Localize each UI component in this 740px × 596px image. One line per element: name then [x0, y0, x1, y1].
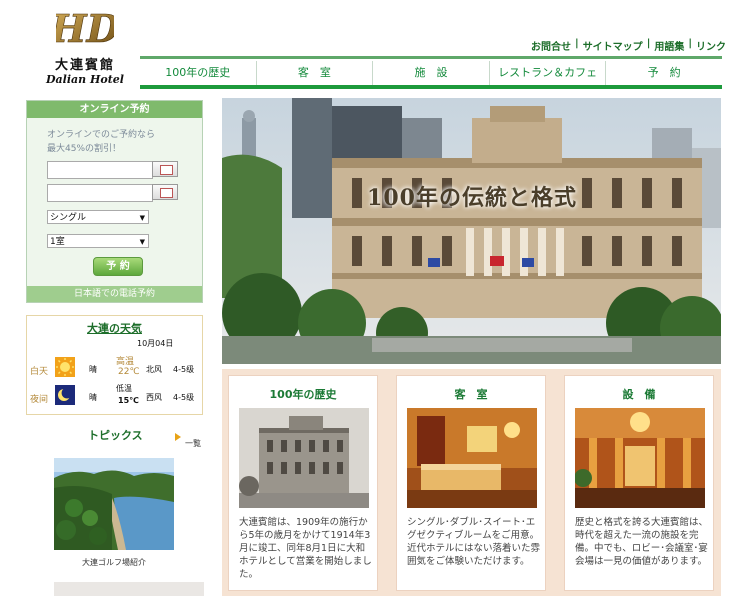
promo-line-2: 最大45%の割引！ — [47, 144, 122, 154]
room-count-value: 1室 — [50, 237, 65, 247]
weather-period-night: 夜间 — [30, 395, 49, 405]
nav-rooms[interactable]: 客 室 — [256, 61, 374, 85]
link-separator: | — [575, 38, 579, 49]
room-type-value: シングル — [50, 213, 87, 223]
calendar-icon — [160, 165, 173, 175]
nav-top-rule — [140, 56, 722, 59]
sitemap-link[interactable]: サイトマップ — [583, 38, 643, 53]
checkin-date-input[interactable] — [47, 161, 153, 179]
main-nav: 100年の歴史 客 室 施 設 レストラン＆カフェ 予 約 — [140, 61, 722, 85]
room-count-select[interactable]: 1室 ▼ — [47, 234, 149, 248]
card-rooms-title[interactable]: 客 室 — [397, 386, 545, 402]
nav-bottom-rule — [140, 85, 722, 89]
hotel-name-en: Dalian Hotel — [46, 73, 124, 86]
dropdown-arrow-icon: ▼ — [139, 238, 145, 246]
weather-wind-dir-day: 北风 — [146, 365, 162, 374]
room-type-select[interactable]: シングル ▼ — [47, 210, 149, 224]
links-link[interactable]: リンク — [696, 38, 726, 53]
weather-date: 10月04日 — [137, 339, 174, 348]
weather-temp-day: 22℃ — [118, 367, 140, 377]
golf-caption[interactable]: 大連ゴルフ場紹介 — [54, 557, 174, 568]
golf-course-photo[interactable] — [54, 458, 174, 550]
card-facilities-title[interactable]: 設 備 — [565, 386, 713, 402]
glossary-link[interactable]: 用語集 — [654, 38, 684, 53]
checkin-calendar-button[interactable] — [152, 161, 178, 177]
moon-icon — [55, 385, 75, 405]
weather-wind-dir-night: 西风 — [146, 393, 162, 402]
promo-line-1: オンラインでのご予約なら — [47, 130, 156, 140]
card-history-title[interactable]: 100年の歴史 — [229, 386, 377, 402]
booking-title: オンライン予約 — [27, 101, 202, 118]
hotel-building-photo — [222, 98, 721, 364]
nav-reservation[interactable]: 予 約 — [606, 61, 722, 85]
calendar-icon — [160, 188, 173, 198]
weather-period-day: 白天 — [30, 367, 49, 377]
weather-title[interactable]: 大連の天気 — [27, 320, 202, 336]
weather-wind-day: 4-5级 — [173, 365, 195, 374]
dropdown-arrow-icon: ▼ — [139, 214, 145, 222]
phone-reservation-link[interactable]: 日本語での電話予約 — [27, 286, 202, 302]
logo-mark-text: HD — [56, 6, 114, 50]
weather-condition-night: 晴 — [89, 393, 97, 402]
golf-photo-illustration — [54, 458, 174, 550]
nav-facilities[interactable]: 施 設 — [373, 61, 490, 85]
hotel-name-cn: 大連賓館 — [54, 58, 115, 73]
hero-title: 100年の伝統と格式 — [367, 185, 577, 211]
checkout-date-input[interactable] — [47, 184, 153, 202]
guest-room-illustration — [407, 408, 537, 508]
topics-title: トピックス — [88, 429, 143, 442]
weather-condition-day: 晴 — [89, 365, 97, 374]
card-facilities[interactable]: 設 備 歴史と格式を誇る大連賓館は、時代を超えた一流の施設を完備。中でも、ロビー… — [564, 375, 714, 591]
hotel-logo[interactable]: HD 大連賓館 Dalian Hotel — [40, 4, 130, 90]
card-rooms-photo[interactable] — [407, 408, 537, 508]
booking-promo: オンラインでのご予約なら 最大45%の割引！ — [47, 128, 155, 156]
card-rooms[interactable]: 客 室 シングル･ダブル･スイート･エグゼクティブルームをご用意。近代ホテルには… — [396, 375, 546, 591]
checkout-calendar-button[interactable] — [152, 184, 178, 200]
hero-banner: 100年の伝統と格式 — [222, 98, 721, 364]
weather-wind-night: 4-5级 — [173, 393, 195, 402]
contact-link[interactable]: お問合せ — [531, 38, 571, 53]
reserve-button[interactable]: 予 約 — [93, 257, 143, 276]
card-history-photo[interactable] — [239, 408, 369, 508]
link-separator: | — [688, 38, 692, 49]
nav-history[interactable]: 100年の歴史 — [140, 61, 257, 85]
link-separator: | — [646, 38, 651, 49]
next-topic-thumbnails — [54, 582, 204, 596]
weather-temp-label-night: 低温 — [116, 384, 132, 393]
online-booking-panel: オンライン予約 オンラインでのご予約なら 最大45%の割引！ シングル ▼ 1室… — [26, 100, 203, 303]
historic-building-illustration — [239, 408, 369, 508]
card-history[interactable]: 100年の歴史 大連賓館は、1909年の施行から5年の歳月をかけて1914年3月… — [228, 375, 378, 591]
card-history-text: 大連賓館は、1909年の施行から5年の歳月をかけて1914年3月に竣工、同年8月… — [239, 517, 372, 580]
nav-restaurant-cafe[interactable]: レストラン＆カフェ — [489, 61, 607, 85]
sun-icon — [55, 357, 75, 377]
topics-more-link[interactable]: 一覧 — [185, 438, 201, 449]
card-facilities-text: 歴史と格式を誇る大連賓館は、時代を超えた一流の施設を完備。中でも、ロビー･会議室… — [575, 517, 709, 567]
weather-temp-label-day: 高温 — [116, 357, 135, 367]
lobby-illustration — [575, 408, 705, 508]
card-facilities-photo[interactable] — [575, 408, 705, 508]
weather-temp-night: 15℃ — [118, 396, 139, 405]
arrow-right-icon — [175, 433, 181, 441]
weather-widget: 大連の天気 10月04日 白天 晴 高温 22℃ 北风 4-5级 夜间 晴 低温… — [26, 315, 203, 415]
utility-links: お問合せ | サイトマップ | 用語集 | リンク — [480, 38, 726, 53]
hd-logo-mark: HD — [56, 6, 114, 50]
card-rooms-text: シングル･ダブル･スイート･エグゼクティブルームをご用意。近代ホテルにはない落着… — [407, 517, 541, 567]
